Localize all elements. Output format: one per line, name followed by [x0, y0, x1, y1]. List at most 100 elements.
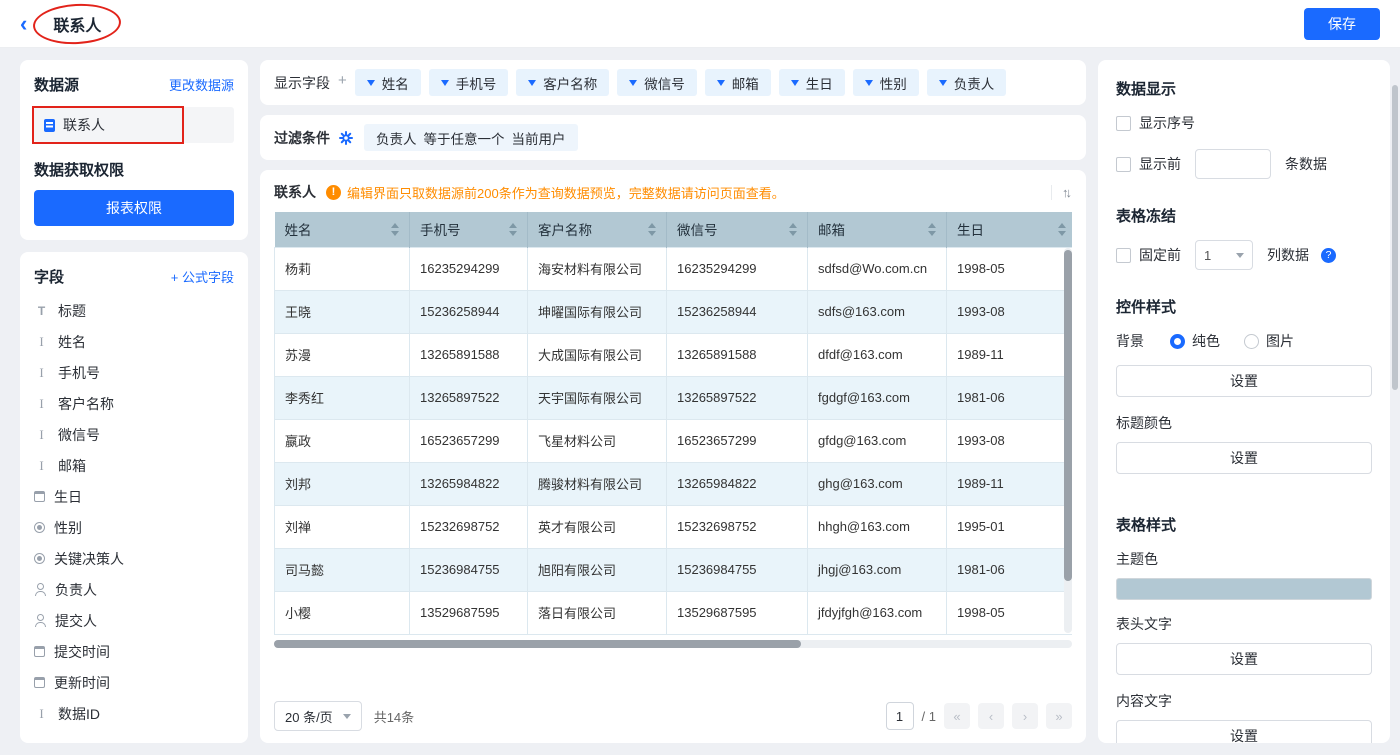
title-color-set-button[interactable]: 设置	[1116, 442, 1372, 474]
display-field-chip[interactable]: 负责人	[927, 69, 1007, 96]
table-row[interactable]: 刘禅15232698752英才有限公司15232698752hhgh@163.c…	[275, 505, 1073, 548]
next-page-button[interactable]	[1012, 703, 1038, 729]
table-row[interactable]: 王晓15236258944坤曜国际有限公司15236258944sdfs@163…	[275, 290, 1073, 333]
bg-image-option[interactable]: 图片	[1244, 331, 1294, 351]
field-item[interactable]: 数据ID	[34, 698, 234, 729]
field-label: 关键决策人	[54, 549, 124, 569]
field-item[interactable]: 姓名	[34, 326, 234, 357]
radio-icon	[34, 522, 45, 533]
background-set-button[interactable]: 设置	[1116, 365, 1372, 397]
display-field-chip[interactable]: 手机号	[429, 69, 509, 96]
sort-icon[interactable]	[783, 223, 797, 236]
show-first-checkbox[interactable]	[1116, 157, 1131, 172]
table-cell: 苏漫	[275, 333, 410, 376]
sort-icon[interactable]	[1052, 223, 1066, 236]
date-icon	[34, 677, 45, 688]
sort-icon[interactable]	[385, 223, 399, 236]
vertical-scrollbar[interactable]	[1064, 248, 1072, 633]
page-size-select[interactable]: 20 条/页	[274, 701, 362, 731]
theme-color-swatch[interactable]	[1116, 578, 1372, 600]
table-cell: 王晓	[275, 290, 410, 333]
display-field-chip[interactable]: 性别	[853, 69, 919, 96]
column-header[interactable]: 姓名	[275, 212, 410, 247]
table-body: 杨莉16235294299海安材料有限公司16235294299sdfsd@Wo…	[275, 247, 1073, 634]
field-item[interactable]: 标题	[34, 295, 234, 326]
table-row[interactable]: 小樱13529687595落日有限公司13529687595jfdyjfgh@1…	[275, 591, 1073, 634]
last-page-button[interactable]	[1046, 703, 1072, 729]
freeze-count-select[interactable]: 1	[1195, 240, 1253, 270]
column-header[interactable]: 邮箱	[808, 212, 947, 247]
field-item[interactable]: 手机号	[34, 357, 234, 388]
topbar: ‹ 联系人 保存	[0, 0, 1400, 48]
add-display-field-button[interactable]: +	[338, 69, 347, 89]
filter-condition-chip[interactable]: 负责人 等于任意一个 当前用户	[364, 124, 578, 151]
first-page-button[interactable]	[944, 703, 970, 729]
field-item[interactable]: 客户名称	[34, 388, 234, 419]
window-scrollbar-thumb[interactable]	[1392, 85, 1398, 390]
field-item[interactable]: 提交时间	[34, 636, 234, 667]
datasource-item[interactable]: 联系人	[34, 107, 234, 143]
sort-icon[interactable]	[503, 223, 517, 236]
field-item[interactable]: 关键决策人	[34, 543, 234, 574]
field-item[interactable]: 提交人	[34, 605, 234, 636]
horizontal-scrollbar[interactable]	[274, 640, 1072, 648]
gear-icon[interactable]	[338, 130, 354, 146]
table-cell: sdfsd@Wo.com.cn	[808, 247, 947, 290]
table-row[interactable]: 李秀红13265897522天宇国际有限公司13265897522fgdgf@1…	[275, 376, 1073, 419]
show-first-input[interactable]	[1195, 149, 1271, 179]
freeze-checkbox[interactable]	[1116, 248, 1131, 263]
data-display-title: 数据显示	[1116, 78, 1372, 99]
sort-icon[interactable]	[922, 223, 936, 236]
show-index-checkbox[interactable]	[1116, 116, 1131, 131]
chevron-down-icon	[791, 80, 799, 86]
report-permission-button[interactable]: 报表权限	[34, 190, 234, 226]
display-field-chip[interactable]: 客户名称	[516, 69, 609, 96]
table-cell: 15236984755	[667, 548, 808, 591]
preview-notice: ! 编辑界面只取数据源前200条作为查询数据预览，完整数据请访问页面查看。	[326, 183, 1041, 202]
header-text-set-button[interactable]: 设置	[1116, 643, 1372, 675]
table-clip: 姓名手机号客户名称微信号邮箱生日 杨莉16235294299海安材料有限公司16…	[274, 212, 1072, 635]
sort-icon[interactable]	[642, 223, 656, 236]
field-item[interactable]: 微信号	[34, 419, 234, 450]
table-row[interactable]: 杨莉16235294299海安材料有限公司16235294299sdfsd@Wo…	[275, 247, 1073, 290]
chevron-down-icon	[528, 80, 536, 86]
bg-solid-option[interactable]: 纯色	[1170, 331, 1220, 351]
vertical-scrollbar-thumb[interactable]	[1064, 250, 1072, 581]
field-item[interactable]: 性别	[34, 512, 234, 543]
display-field-chip[interactable]: 微信号	[617, 69, 697, 96]
display-field-chip[interactable]: 邮箱	[705, 69, 771, 96]
column-header[interactable]: 客户名称	[528, 212, 667, 247]
current-page-input[interactable]: 1	[886, 702, 914, 730]
field-item[interactable]: 负责人	[34, 574, 234, 605]
display-field-chip[interactable]: 姓名	[355, 69, 421, 96]
field-item[interactable]: 更新时间	[34, 667, 234, 698]
column-header[interactable]: 生日	[947, 212, 1073, 247]
table-row[interactable]: 司马懿15236984755旭阳有限公司15236984755jhgj@163.…	[275, 548, 1073, 591]
column-header[interactable]: 手机号	[410, 212, 528, 247]
horizontal-scrollbar-thumb[interactable]	[274, 640, 801, 648]
field-item[interactable]: 邮箱	[34, 450, 234, 481]
document-icon	[44, 119, 55, 132]
prev-page-button[interactable]	[978, 703, 1004, 729]
back-icon[interactable]: ‹	[20, 13, 27, 35]
datasource-panel-title: 数据源	[34, 74, 79, 95]
help-icon[interactable]: ?	[1321, 248, 1336, 263]
table-cell: gfdg@163.com	[808, 419, 947, 462]
sort-order-icon[interactable]: ↑↓	[1051, 185, 1072, 200]
display-field-chip[interactable]: 生日	[779, 69, 845, 96]
content-text-set-button[interactable]: 设置	[1116, 720, 1372, 743]
table-row[interactable]: 刘邦13265984822腾骏材料有限公司13265984822ghg@163.…	[275, 462, 1073, 505]
add-formula-field-link[interactable]: + 公式字段	[171, 267, 234, 286]
change-datasource-link[interactable]: 更改数据源	[169, 75, 234, 94]
field-item[interactable]: 生日	[34, 481, 234, 512]
save-button[interactable]: 保存	[1304, 8, 1380, 40]
bg-solid-label: 纯色	[1192, 331, 1220, 351]
left-sidebar: 数据源 更改数据源 联系人 数据获取权限 报表权限 字段 + 公式字段 标题姓名…	[20, 60, 248, 743]
chip-label: 客户名称	[543, 73, 597, 93]
table-row[interactable]: 嬴政16523657299飞星材料公司16523657299gfdg@163.c…	[275, 419, 1073, 462]
fields-panel: 字段 + 公式字段 标题姓名手机号客户名称微信号邮箱生日性别关键决策人负责人提交…	[20, 252, 248, 743]
column-header[interactable]: 微信号	[667, 212, 808, 247]
field-label: 标题	[58, 301, 86, 321]
display-fields-label: 显示字段	[274, 69, 330, 93]
table-row[interactable]: 苏漫13265891588大成国际有限公司13265891588dfdf@163…	[275, 333, 1073, 376]
